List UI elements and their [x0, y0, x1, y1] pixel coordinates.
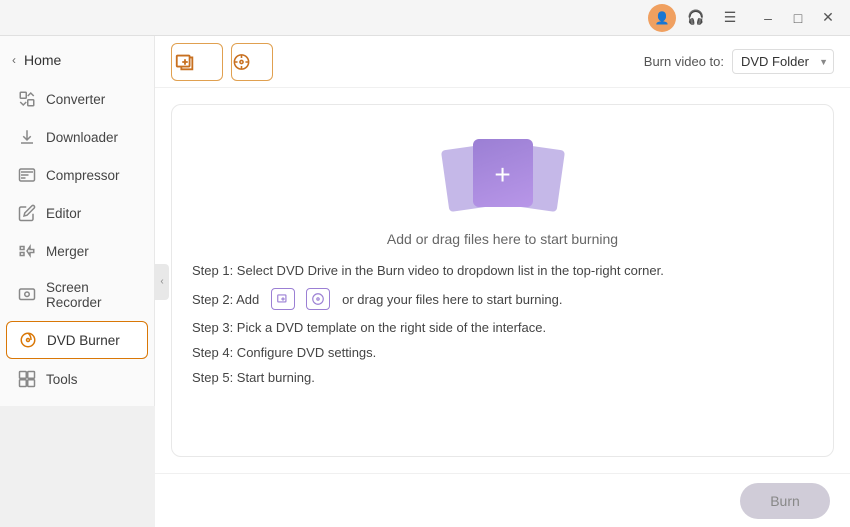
sidebar-item-dvd-burner[interactable]: DVD Burner	[6, 321, 148, 359]
drop-instruction: Add or drag files here to start burning	[387, 231, 618, 247]
burn-button[interactable]: Burn	[740, 483, 830, 519]
step-5: Step 5: Start burning.	[192, 370, 813, 385]
folder-illustration: +	[443, 129, 563, 219]
toolbar-left	[171, 43, 273, 81]
folder-main: +	[473, 139, 533, 207]
folder-plus-icon: +	[494, 161, 510, 189]
dvd-burner-icon	[19, 331, 37, 349]
toolbar-right: Burn video to: DVD Folder DVD Disc ISO F…	[644, 49, 834, 74]
minimize-button[interactable]: –	[754, 4, 782, 32]
screen-recorder-label: Screen Recorder	[46, 280, 136, 310]
app-body: ‹ Home Converter	[0, 36, 850, 527]
headset-icon[interactable]: 🎧	[682, 4, 710, 32]
step-2: Step 2: Add	[192, 288, 813, 310]
converter-icon	[18, 90, 36, 108]
step2-add-file-icon	[271, 288, 295, 310]
compressor-icon	[18, 166, 36, 184]
merger-icon	[18, 242, 36, 260]
maximize-button[interactable]: □	[784, 4, 812, 32]
dvd-burner-label: DVD Burner	[47, 333, 120, 348]
toolbar: Burn video to: DVD Folder DVD Disc ISO F…	[155, 36, 850, 88]
tools-label: Tools	[46, 372, 78, 387]
screen-recorder-icon	[18, 286, 36, 304]
step-4: Step 4: Configure DVD settings.	[192, 345, 813, 360]
sidebar-item-screen-recorder[interactable]: Screen Recorder	[6, 271, 148, 319]
step2-add-media-icon	[306, 288, 330, 310]
sidebar-item-converter[interactable]: Converter	[6, 81, 148, 117]
settings-icon[interactable]: ☰	[716, 4, 744, 32]
editor-label: Editor	[46, 206, 81, 221]
close-button[interactable]: ✕	[814, 4, 842, 32]
main-area: + Add or drag files here to start burnin…	[155, 88, 850, 473]
drop-zone[interactable]: + Add or drag files here to start burnin…	[171, 104, 834, 457]
burn-destination-select[interactable]: DVD Folder DVD Disc ISO File	[732, 49, 834, 74]
footer: Burn	[155, 473, 850, 527]
sidebar-wrapper: ‹ Home Converter	[0, 36, 155, 527]
sidebar-item-merger[interactable]: Merger	[6, 233, 148, 269]
sidebar-item-downloader[interactable]: Downloader	[6, 119, 148, 155]
home-label: Home	[24, 52, 61, 68]
burn-video-label: Burn video to:	[644, 54, 724, 69]
home-nav[interactable]: ‹ Home	[0, 44, 154, 80]
user-avatar: 👤	[648, 4, 676, 32]
add-media-button[interactable]	[231, 43, 273, 81]
burn-select-wrapper: DVD Folder DVD Disc ISO File	[732, 49, 834, 74]
sidebar-collapse-button[interactable]: ‹	[155, 264, 169, 300]
converter-label: Converter	[46, 92, 105, 107]
sidebar-item-compressor[interactable]: Compressor	[6, 157, 148, 193]
title-bar: 👤 🎧 ☰ – □ ✕	[0, 0, 850, 36]
sidebar-item-editor[interactable]: Editor	[6, 195, 148, 231]
steps-list: Step 1: Select DVD Drive in the Burn vid…	[192, 263, 813, 385]
downloader-label: Downloader	[46, 130, 118, 145]
window-controls: – □ ✕	[754, 4, 842, 32]
sidebar: ‹ Home Converter	[0, 36, 155, 406]
sidebar-item-tools[interactable]: Tools	[6, 361, 148, 397]
editor-icon	[18, 204, 36, 222]
add-files-button[interactable]	[171, 43, 223, 81]
downloader-icon	[18, 128, 36, 146]
step-1: Step 1: Select DVD Drive in the Burn vid…	[192, 263, 813, 278]
step-3: Step 3: Pick a DVD template on the right…	[192, 320, 813, 335]
tools-icon	[18, 370, 36, 388]
merger-label: Merger	[46, 244, 89, 259]
main-content: Burn video to: DVD Folder DVD Disc ISO F…	[155, 36, 850, 527]
back-arrow-icon: ‹	[12, 53, 16, 67]
compressor-label: Compressor	[46, 168, 120, 183]
